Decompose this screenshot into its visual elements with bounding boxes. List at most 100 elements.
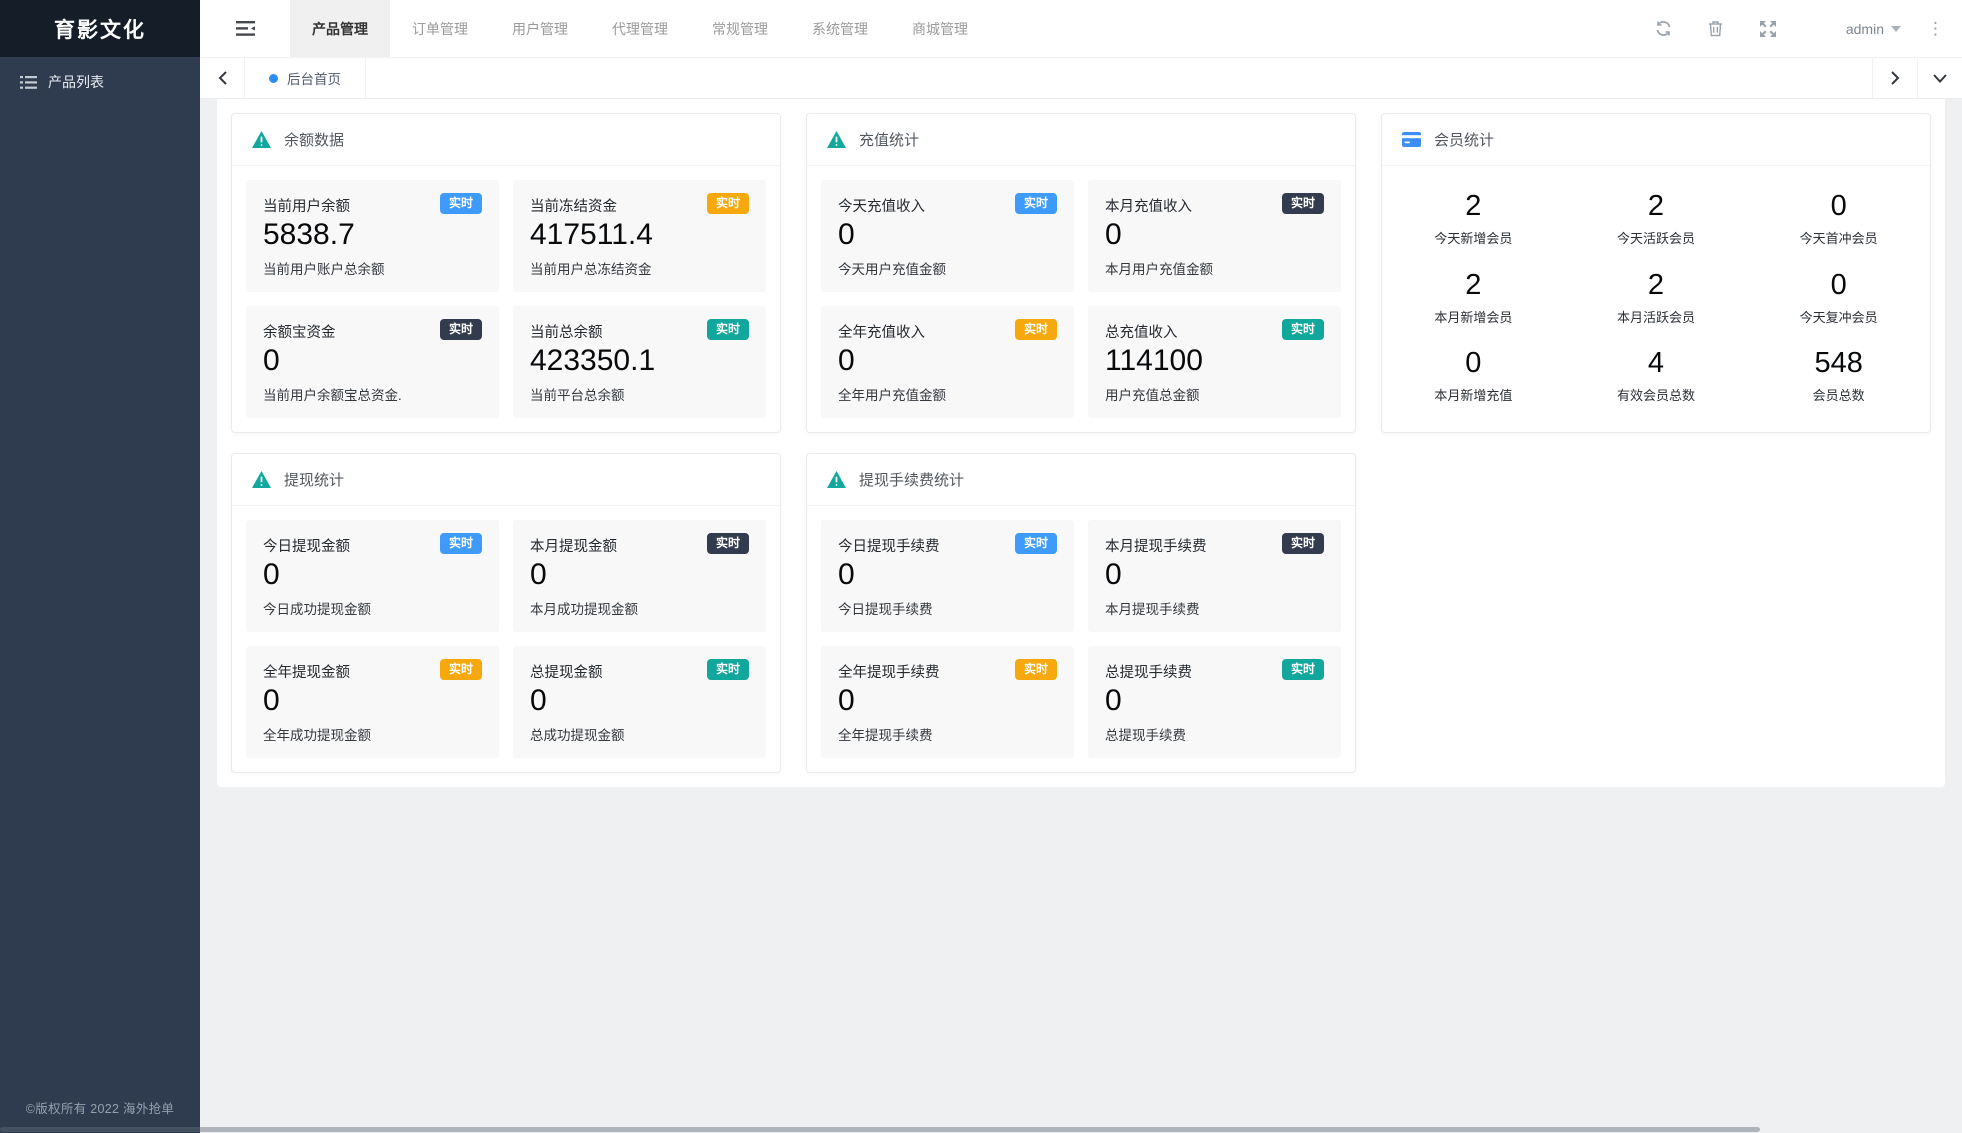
copyright-text: ©版权所有 2022 海外抢单 <box>25 1102 175 1116</box>
member-stat-label: 今天首冲会员 <box>1799 230 1878 246</box>
nav-tab-2[interactable]: 订单管理 <box>390 0 490 57</box>
nav-tab-3[interactable]: 用户管理 <box>490 0 590 57</box>
stat-value: 114100 <box>1105 344 1203 377</box>
stat-label: 当前总余额 <box>530 325 603 341</box>
stat-label: 本月提现金额 <box>530 539 617 555</box>
chevron-down-icon <box>1891 25 1901 32</box>
nav-tab-1[interactable]: 产品管理 <box>290 0 390 57</box>
member-stat-label: 会员总数 <box>1812 388 1865 404</box>
username: admin <box>1845 20 1884 37</box>
kebab-menu-icon[interactable]: ⋮ <box>1927 20 1944 37</box>
stat-desc: 全年用户充值金额 <box>838 388 946 403</box>
member-stat-value: 0 <box>1830 189 1847 222</box>
dashboard-panel: 余额数据 当前用户余额 实时 5838.7 当前用户账户总余额 当前冻结资金 实时 41751… <box>217 99 1945 787</box>
stat-box: 当前冻结资金 实时 417511.4 当前用户总冻结资金 <box>513 180 766 292</box>
sidebar-fold-icon[interactable] <box>200 0 290 57</box>
stat-box: 本月充值收入 实时 0 本月用户充值金额 <box>1088 180 1341 292</box>
credit-card-icon <box>1402 132 1421 147</box>
realtime-badge: 实时 <box>706 659 749 680</box>
member-stat-label: 本月新增充值 <box>1434 388 1513 404</box>
stat-top-row: 全年充值收入 实时 <box>838 319 1057 342</box>
stat-desc: 总提现手续费 <box>1105 728 1186 743</box>
stat-value: 0 <box>1105 684 1122 717</box>
member-stat-label: 本月新增会员 <box>1434 309 1513 325</box>
realtime-badge: 实时 <box>439 319 482 340</box>
stat-label: 当前用户余额 <box>263 199 350 215</box>
stat-box: 总充值收入 实时 114100 用户充值总金额 <box>1088 306 1341 418</box>
realtime-badge: 实时 <box>439 193 482 214</box>
tabs-options-icon[interactable] <box>1917 58 1962 98</box>
refresh-icon[interactable] <box>1644 0 1684 57</box>
stat-box: 当前用户余额 实时 5838.7 当前用户账户总余额 <box>246 180 499 292</box>
stat-desc: 用户充值总金额 <box>1105 388 1200 403</box>
nav-tab-6[interactable]: 系统管理 <box>790 0 890 57</box>
stat-label: 总提现金额 <box>530 665 603 681</box>
user-menu[interactable]: admin <box>1846 21 1901 37</box>
realtime-badge: 实时 <box>1281 319 1324 340</box>
tab-dashboard-home[interactable]: 后台首页 <box>245 58 366 98</box>
card-body-balance: 当前用户余额 实时 5838.7 当前用户账户总余额 当前冻结资金 实时 417511.4 当… <box>232 166 780 432</box>
stat-desc: 当前用户总冻结资金 <box>530 262 652 277</box>
card-member: 会员统计 2 今天新增会员 2 今天活跃会员 0 今天首冲会员 2 本月新增会员 2 本月活跃会员 0… <box>1381 113 1931 433</box>
realtime-badge: 实时 <box>1014 319 1057 340</box>
member-stat-value: 4 <box>1647 347 1665 380</box>
stat-top-row: 当前用户余额 实时 <box>263 193 482 216</box>
stat-box: 全年提现手续费 实时 0 全年提现手续费 <box>821 646 1074 758</box>
list-icon <box>20 75 37 90</box>
member-stat-label: 今天活跃会员 <box>1616 230 1695 246</box>
stat-top-row: 余额宝资金 实时 <box>263 319 482 342</box>
member-stat-value: 2 <box>1465 268 1482 301</box>
stat-label: 今天充值收入 <box>838 199 925 215</box>
stat-value: 0 <box>838 344 855 377</box>
member-stat: 0 今天首冲会员 <box>1747 190 1930 247</box>
tabs-scroll-right-icon[interactable] <box>1872 58 1917 98</box>
realtime-badge: 实时 <box>439 533 482 554</box>
stat-box: 今日提现金额 实时 0 今日成功提现金额 <box>246 520 499 632</box>
stat-desc: 全年提现手续费 <box>838 728 933 743</box>
stat-box: 全年充值收入 实时 0 全年用户充值金额 <box>821 306 1074 418</box>
sidebar-item-product-list[interactable]: 产品列表 <box>0 57 200 107</box>
member-stat: 2 今天新增会员 <box>1382 190 1565 247</box>
trash-icon[interactable] <box>1696 0 1736 57</box>
stat-box: 今日提现手续费 实时 0 今日提现手续费 <box>821 520 1074 632</box>
realtime-badge: 实时 <box>1281 193 1324 214</box>
stat-desc: 本月用户充值金额 <box>1105 262 1213 277</box>
stat-desc: 当前用户账户总余额 <box>263 262 385 277</box>
sidebar: 育影文化 产品列表 ©版权所有 2022 海外抢单 <box>0 0 200 1133</box>
stat-desc: 本月成功提现金额 <box>530 602 638 617</box>
stat-value: 0 <box>838 684 855 717</box>
member-stats-grid: 2 今天新增会员 2 今天活跃会员 0 今天首冲会员 2 本月新增会员 2 本月活跃会员 0 今天复冲… <box>1382 166 1930 432</box>
stat-desc: 总成功提现金额 <box>530 728 625 743</box>
stat-box: 余额宝资金 实时 0 当前用户余额宝总资金. <box>246 306 499 418</box>
stat-top-row: 本月提现金额 实时 <box>530 533 749 556</box>
tabs-scroll-left-icon[interactable] <box>200 58 245 98</box>
stat-desc: 今日成功提现金额 <box>263 602 371 617</box>
nav-tab-7[interactable]: 商城管理 <box>890 0 990 57</box>
member-stat-value: 2 <box>1647 268 1665 301</box>
stat-value: 417511.4 <box>530 218 653 251</box>
stat-top-row: 当前总余额 实时 <box>530 319 749 342</box>
stat-top-row: 今日提现手续费 实时 <box>838 533 1057 556</box>
member-stat: 2 今天活跃会员 <box>1565 190 1748 247</box>
card-withdraw: 提现统计 今日提现金额 实时 0 今日成功提现金额 本月提现金额 实时 0 本月成功提现金额 全年… <box>231 453 781 773</box>
top-nav-tabs: 产品管理 订单管理 用户管理 代理管理 常规管理 系统管理 商城管理 <box>290 0 990 57</box>
stat-top-row: 今天充值收入 实时 <box>838 193 1057 216</box>
stat-desc: 当前用户余额宝总资金. <box>263 388 402 403</box>
fullscreen-icon[interactable] <box>1748 0 1788 57</box>
tabbar-spacer <box>366 58 1872 98</box>
page-tab-bar: 后台首页 <box>200 58 1962 99</box>
card-title: 充值统计 <box>859 132 920 149</box>
nav-tab-4[interactable]: 代理管理 <box>590 0 690 57</box>
stat-top-row: 全年提现金额 实时 <box>263 659 482 682</box>
member-stat-label: 今天复冲会员 <box>1799 309 1878 325</box>
card-recharge: 充值统计 今天充值收入 实时 0 今天用户充值金额 本月充值收入 实时 0 本月用户充值金额 全年… <box>806 113 1356 433</box>
horizontal-scrollbar[interactable] <box>0 1126 1962 1133</box>
stat-value: 0 <box>838 558 855 591</box>
nav-tab-5[interactable]: 常规管理 <box>690 0 790 57</box>
stat-value: 0 <box>263 344 280 377</box>
scrollbar-thumb[interactable] <box>0 1127 1760 1132</box>
card-title: 提现手续费统计 <box>859 472 965 489</box>
stat-box: 总提现手续费 实时 0 总提现手续费 <box>1088 646 1341 758</box>
stat-desc: 今天用户充值金额 <box>838 262 946 277</box>
realtime-badge: 实时 <box>1281 659 1324 680</box>
